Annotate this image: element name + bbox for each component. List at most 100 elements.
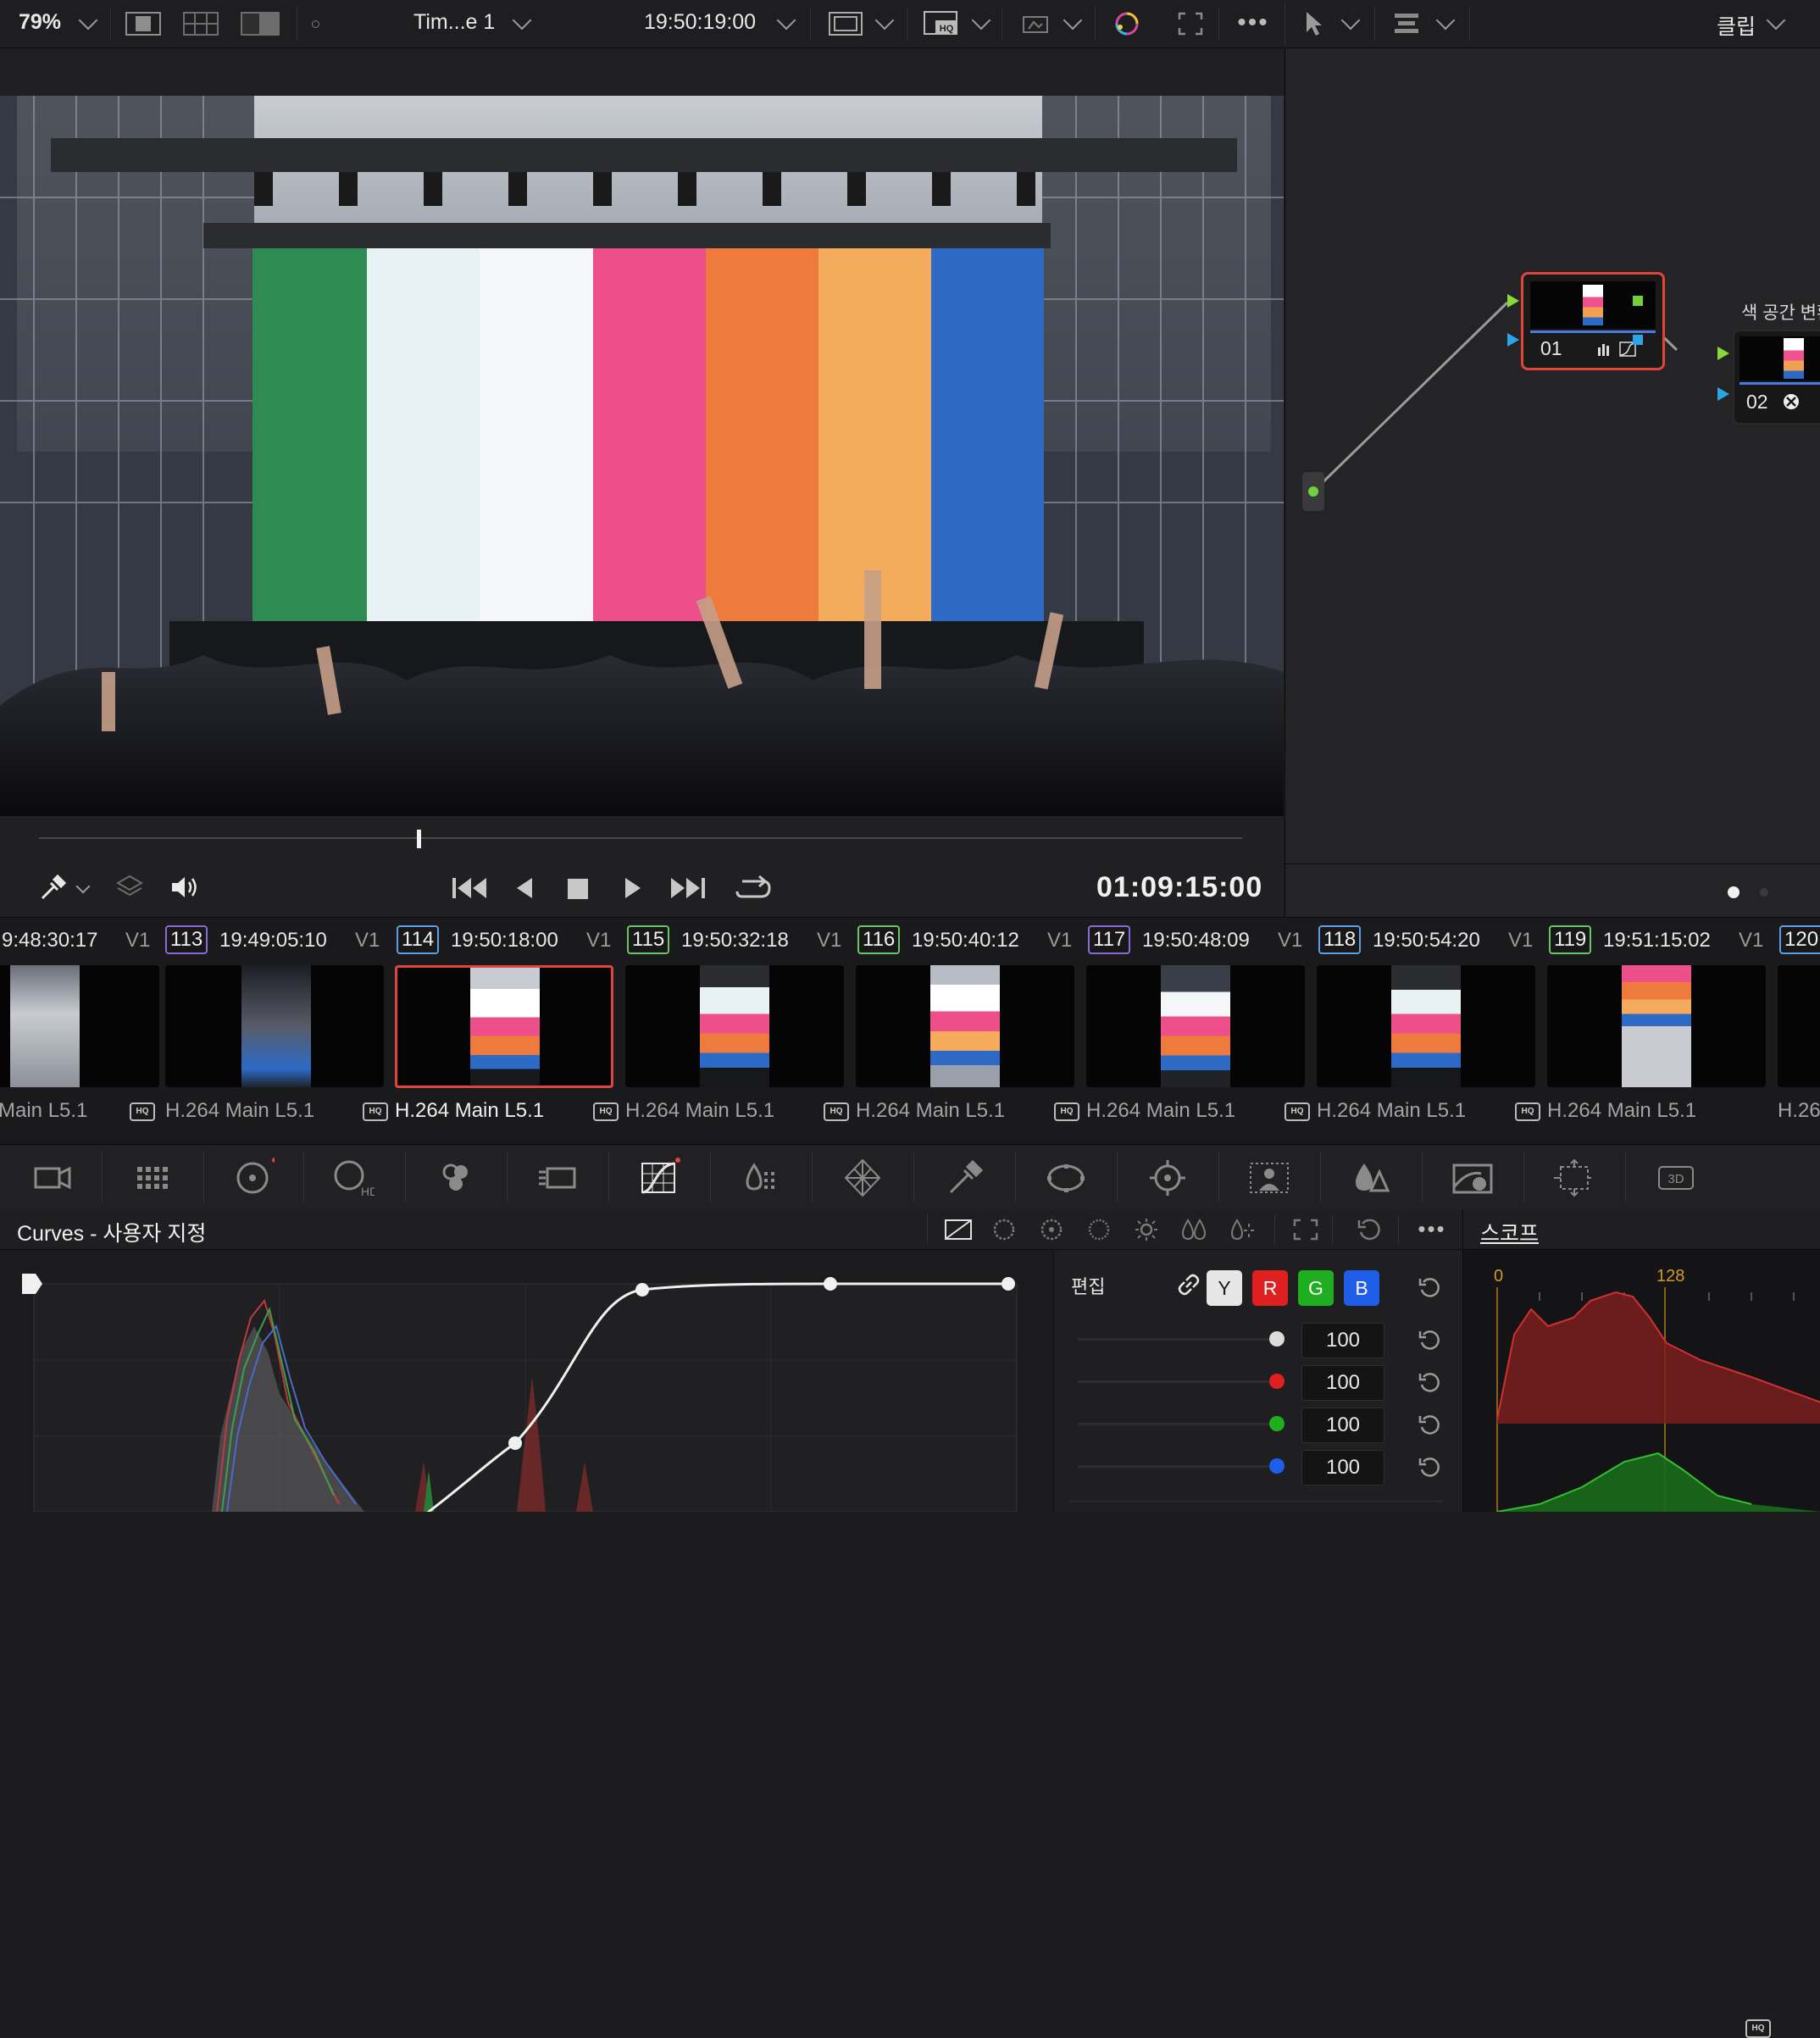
node-01-rgb-output[interactable] (1633, 296, 1643, 306)
timeline-chevron-down-icon[interactable] (512, 10, 532, 31)
curves-more-options-icon[interactable]: ••• (1413, 1213, 1451, 1244)
intensity-knob-b[interactable] (1269, 1458, 1285, 1474)
node-editor-panel[interactable]: 01 색 공간 변환 02 (1285, 48, 1820, 917)
intensity-value-y[interactable]: 100 (1301, 1323, 1384, 1358)
align-chevron-down-icon[interactable] (1435, 10, 1456, 31)
curves-expand-icon[interactable] (1293, 1219, 1318, 1241)
intensity-reset-g-icon[interactable] (1417, 1413, 1442, 1438)
node-01[interactable]: 01 (1521, 272, 1665, 370)
zoom-level[interactable]: 79% (19, 10, 61, 35)
intensity-knob-y[interactable] (1269, 1331, 1285, 1347)
go-to-end-icon[interactable] (669, 875, 707, 901)
magic-mask-icon[interactable] (1247, 1157, 1291, 1199)
color-warper-mesh-icon[interactable] (841, 1157, 885, 1199)
sat-vs-sat-icon[interactable] (1178, 1217, 1210, 1242)
motion-effects-icon[interactable] (535, 1157, 580, 1199)
curves-reset-icon[interactable] (1356, 1217, 1383, 1242)
camera-raw-icon[interactable] (31, 1157, 75, 1199)
intensity-knob-g[interactable] (1269, 1416, 1285, 1431)
edit-reset-icon[interactable] (1417, 1275, 1442, 1301)
qualifier-eyedropper-icon[interactable] (942, 1157, 986, 1199)
channel-link-icon[interactable] (1174, 1270, 1203, 1299)
gallery-view-icon[interactable] (183, 12, 219, 36)
intensity-value-g[interactable]: 100 (1301, 1408, 1384, 1443)
zoom-chevron-down-icon[interactable] (78, 10, 98, 31)
page-indicator-active[interactable] (1728, 886, 1740, 898)
more-options-icon[interactable]: ••• (1234, 8, 1273, 37)
hue-vs-hue-icon[interactable] (988, 1217, 1020, 1242)
mode-chevron-down-icon[interactable] (1766, 10, 1786, 31)
curves-graph[interactable] (0, 1250, 1053, 1512)
picker-tool-icon[interactable] (39, 873, 68, 902)
node-mode-label[interactable]: 클립 (1717, 10, 1756, 41)
play-icon[interactable] (622, 875, 644, 901)
custom-curve-mode-icon[interactable] (944, 1219, 973, 1241)
stereo-3d-icon[interactable]: 3D (1654, 1157, 1698, 1199)
intensity-reset-b-icon[interactable] (1417, 1455, 1442, 1480)
hue-vs-lum-icon[interactable] (1083, 1217, 1115, 1242)
stop-icon[interactable] (566, 877, 590, 901)
color-match-icon[interactable] (130, 1157, 175, 1199)
node-02[interactable]: 02 (1733, 330, 1820, 425)
volume-icon[interactable] (169, 873, 203, 902)
go-to-start-icon[interactable] (451, 875, 488, 901)
lum-vs-sat-icon[interactable] (1130, 1217, 1162, 1242)
page-indicator-inactive[interactable] (1760, 888, 1768, 897)
clip-item[interactable]: 118 19:50:54:20 V1 HQ H.264 Main L5.1 (1285, 918, 1545, 1145)
channel-g-button[interactable]: G (1298, 1270, 1334, 1306)
clip-item-selected[interactable]: 114 19:50:18:00 V1 HQ H.264 Main L5.1 (363, 918, 624, 1145)
reverse-play-icon[interactable] (513, 875, 535, 901)
primaries-wheels-icon[interactable] (230, 1157, 275, 1199)
clip-item[interactable]: 117 19:50:48:09 V1 HQ H.264 Main L5.1 (1054, 918, 1315, 1145)
intensity-slider-r[interactable] (1078, 1380, 1277, 1383)
intensity-reset-r-icon[interactable] (1417, 1370, 1442, 1396)
node-01-key-input[interactable] (1507, 333, 1519, 347)
intensity-slider-b[interactable] (1078, 1465, 1277, 1468)
clip-item[interactable]: 113 19:49:05:10 V1 HQ H.264 Main L5.1 (130, 918, 392, 1145)
clip-item[interactable]: 120 H.26 (1778, 918, 1820, 1145)
channel-b-button[interactable]: B (1344, 1270, 1379, 1306)
scrubber-track[interactable] (39, 837, 1242, 839)
intensity-value-r[interactable]: 100 (1301, 1365, 1384, 1401)
hue-vs-sat-icon[interactable] (1035, 1217, 1068, 1242)
split-wipe-icon[interactable] (241, 12, 280, 36)
layers-icon[interactable] (115, 873, 144, 902)
intensity-slider-y[interactable] (1078, 1338, 1277, 1341)
intensity-slider-g[interactable] (1078, 1423, 1277, 1425)
single-viewer-icon[interactable] (125, 12, 161, 36)
clip-item[interactable]: 119 19:51:15:02 V1 HQ H.264 Main L5.1 (1515, 918, 1776, 1145)
node-01-rgb-input[interactable] (1507, 294, 1519, 308)
color-wheel-magic-icon[interactable] (1110, 8, 1142, 39)
tracker-icon[interactable] (1146, 1157, 1190, 1199)
color-warper-icon[interactable] (739, 1157, 783, 1199)
timecode-chevron-down-icon[interactable] (776, 10, 796, 31)
curves-graph-area[interactable] (0, 1250, 1053, 1512)
clip-item[interactable]: 115 19:50:32:18 V1 HQ H.264 Main L5.1 (593, 918, 854, 1145)
node-02-key-input[interactable] (1717, 387, 1729, 401)
hdr-wheels-icon[interactable]: HDR (330, 1157, 375, 1199)
scope-title[interactable]: 스코프 (1480, 1217, 1539, 1247)
loop-icon[interactable] (734, 873, 773, 902)
node-align-icon[interactable] (1393, 12, 1420, 36)
clip-item[interactable]: 116 19:50:40:12 V1 HQ H.264 Main L5.1 (824, 918, 1085, 1145)
safe-area-icon[interactable] (829, 12, 863, 36)
highlight-icon[interactable] (1018, 10, 1052, 37)
safe-area-chevron-down-icon[interactable] (874, 10, 895, 31)
power-window-icon[interactable] (1044, 1157, 1088, 1199)
pointer-tool-icon[interactable] (1303, 10, 1325, 37)
source-input[interactable] (1302, 472, 1324, 511)
channel-y-button[interactable]: Y (1207, 1270, 1242, 1306)
curves-tool-icon[interactable] (637, 1157, 681, 1199)
sizing-icon[interactable] (1552, 1157, 1596, 1199)
key-icon[interactable] (1451, 1157, 1495, 1199)
node-01-key-output[interactable] (1633, 335, 1643, 345)
viewer-timecode[interactable]: 01:09:15:00 (1096, 871, 1262, 904)
blur-icon[interactable] (1349, 1157, 1393, 1199)
scrubber-playhead[interactable] (417, 830, 421, 848)
hq-chevron-down-icon[interactable] (971, 10, 991, 31)
toolbar-timecode[interactable]: 19:50:19:00 (644, 10, 756, 35)
intensity-reset-y-icon[interactable] (1417, 1328, 1442, 1353)
highlight-chevron-down-icon[interactable] (1063, 10, 1083, 31)
intensity-knob-r[interactable] (1269, 1374, 1285, 1389)
channel-r-button[interactable]: R (1252, 1270, 1288, 1306)
